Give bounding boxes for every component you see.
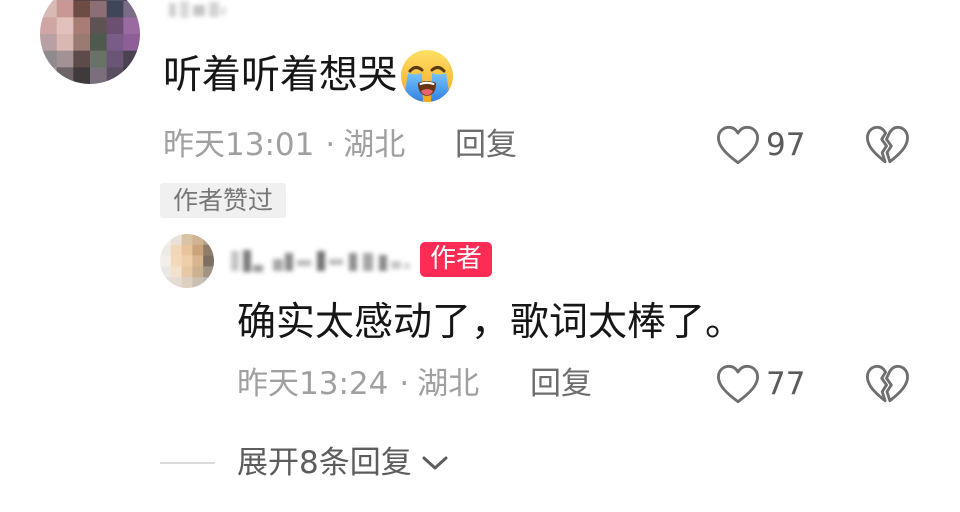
reply-author-username[interactable] bbox=[229, 245, 413, 277]
expand-divider bbox=[160, 462, 215, 464]
comment-meta: 昨天13:01 · 湖北 bbox=[163, 125, 405, 165]
reply-time: 昨天13:24 bbox=[237, 366, 389, 402]
reply-like-count: 77 bbox=[766, 366, 806, 402]
comment-location: 湖北 bbox=[343, 127, 406, 163]
commenter-avatar[interactable] bbox=[40, 0, 140, 84]
broken-heart-icon bbox=[864, 124, 910, 166]
meta-separator: · bbox=[399, 366, 410, 402]
comment-body: 听着听着想哭 bbox=[163, 48, 455, 104]
creator-liked-badge: 作者赞过 bbox=[160, 183, 287, 218]
chevron-down-icon bbox=[422, 455, 448, 471]
reply-meta: 昨天13:24 · 湖北 bbox=[237, 364, 479, 404]
dislike-button[interactable] bbox=[864, 124, 910, 166]
reply-button[interactable]: 回复 bbox=[455, 125, 517, 165]
commenter-username[interactable] bbox=[166, 0, 228, 22]
reply-author-avatar[interactable] bbox=[160, 234, 214, 288]
reply-text: 确实太感动了，歌词太棒了。 bbox=[237, 300, 745, 345]
comment-text: 听着听着想哭 bbox=[163, 53, 398, 98]
broken-heart-icon bbox=[864, 363, 910, 405]
expand-replies-label: 展开8条回复 bbox=[237, 445, 412, 481]
reply-dislike-button[interactable] bbox=[864, 363, 910, 405]
meta-separator: · bbox=[325, 127, 336, 163]
like-count: 97 bbox=[766, 127, 806, 163]
reply-location: 湖北 bbox=[417, 366, 480, 402]
heart-outline-icon bbox=[715, 363, 761, 405]
loudly-crying-face-emoji bbox=[399, 48, 455, 104]
comment-section: 听着听着想哭 昨天13:01 · 湖北 回复 97 作者赞过 作者 确实太感动了… bbox=[0, 0, 960, 512]
reply-like-button[interactable]: 77 bbox=[715, 362, 805, 406]
comment-time: 昨天13:01 bbox=[163, 127, 315, 163]
author-badge: 作者 bbox=[420, 242, 493, 277]
reply-to-reply-button[interactable]: 回复 bbox=[530, 364, 592, 404]
expand-replies-button[interactable]: 展开8条回复 bbox=[237, 443, 448, 483]
like-button[interactable]: 97 bbox=[715, 123, 805, 167]
heart-outline-icon bbox=[715, 124, 761, 166]
